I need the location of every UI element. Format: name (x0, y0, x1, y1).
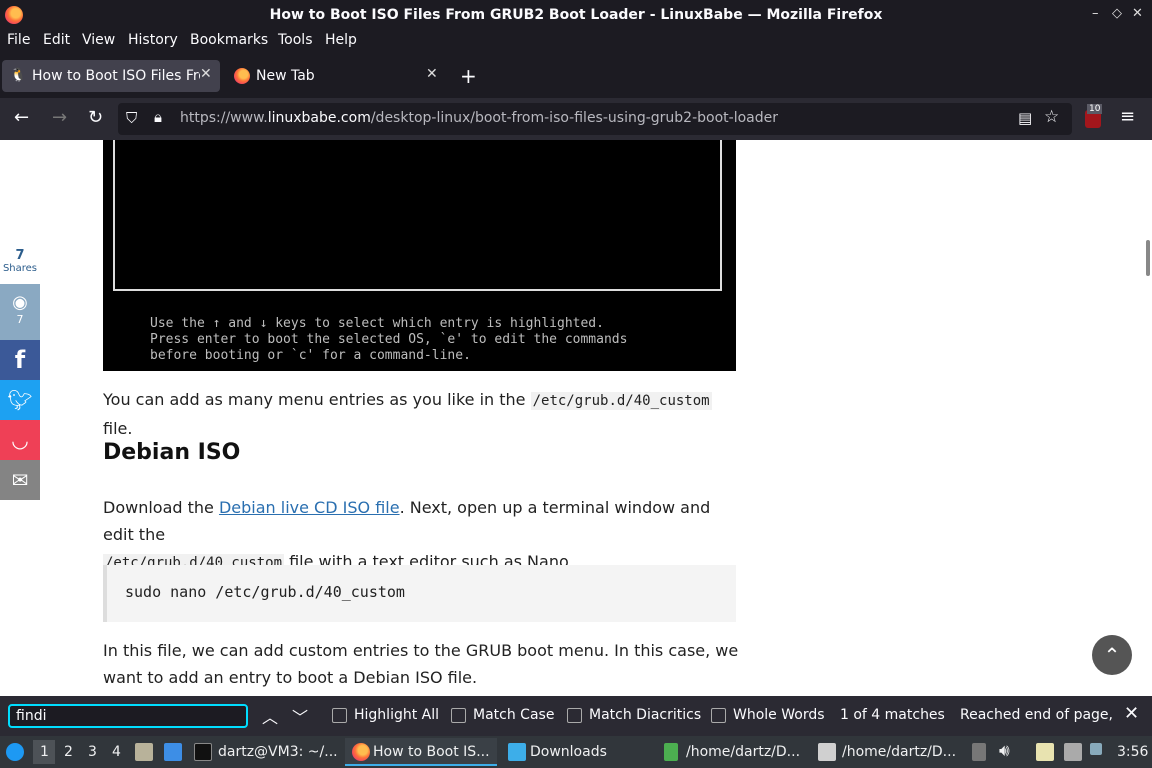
menu-edit[interactable]: Edit (43, 32, 70, 48)
file-icon (664, 743, 678, 761)
bookmark-star-icon[interactable]: ☆ (1044, 107, 1059, 127)
new-tab-plus-icon[interactable]: + (460, 64, 477, 88)
paragraph: You can add as many menu entries as you … (103, 390, 712, 438)
reddit-icon: ◉ (12, 292, 28, 313)
menu-tools[interactable]: Tools (278, 32, 313, 48)
extension-badge: 10 (1087, 104, 1103, 114)
tab-label: How to Boot ISO Files Fro (32, 68, 200, 84)
updates-icon[interactable] (1090, 743, 1102, 755)
pocket-share-button[interactable]: ◡ (0, 420, 40, 460)
find-input[interactable] (8, 704, 248, 728)
section-heading: Debian ISO (103, 440, 241, 465)
tux-favicon-icon: 🐧 (10, 68, 27, 83)
start-menu-icon[interactable] (6, 743, 24, 761)
shield-icon[interactable]: ⛉ (126, 109, 137, 127)
clipboard-icon[interactable] (972, 743, 986, 761)
close-window-icon[interactable]: ✕ (1132, 6, 1143, 21)
twitter-share-button[interactable]: 🐦︎ (0, 380, 40, 420)
minimize-icon[interactable]: – (1092, 6, 1099, 21)
menu-view[interactable]: View (82, 32, 115, 48)
desktop-1[interactable]: 1 (40, 744, 49, 760)
inline-code: /etc/grub.d/40_custom (530, 392, 712, 410)
firefox-task-icon (352, 743, 370, 761)
menu-bar: File Edit View History Bookmarks Tools H… (0, 30, 1152, 54)
twitter-icon: 🐦︎ (7, 388, 33, 412)
window-title: How to Boot ISO Files From GRUB2 Boot Lo… (269, 7, 883, 23)
match-diacritics-label: Match Diacritics (589, 707, 702, 723)
taskbar: 1 2 3 4 dartz@VM3: ~/... How to Boot IS.… (0, 736, 1152, 768)
network-icon[interactable] (1064, 743, 1082, 761)
url-text: https://www.linuxbabe.com/desktop-linux/… (180, 110, 778, 126)
terminal-icon[interactable] (194, 743, 212, 761)
close-tab-icon[interactable]: ✕ (426, 66, 438, 82)
whole-words-checkbox[interactable] (711, 708, 726, 723)
email-share-button[interactable]: ✉ (0, 460, 40, 500)
paragraph: In this file, we can add custom entries … (103, 641, 739, 687)
menu-history[interactable]: History (128, 32, 178, 48)
reddit-share-button[interactable]: ◉ 7 (0, 284, 40, 340)
find-next-icon[interactable]: ﹀ (292, 704, 308, 728)
page-content: Use the ↑ and ↓ keys to select which ent… (0, 140, 1152, 696)
match-case-checkbox[interactable] (451, 708, 466, 723)
tab-bar: 🐧 How to Boot ISO Files Fro ✕ New Tab ✕ … (0, 54, 1152, 98)
tab-new-tab[interactable]: New Tab ✕ (226, 60, 444, 92)
task-terminal[interactable]: dartz@VM3: ~/... (218, 744, 338, 760)
desktop-3[interactable]: 3 (88, 744, 97, 760)
file-manager-launcher-icon[interactable] (135, 743, 153, 761)
reader-view-icon[interactable]: ▤ (1018, 109, 1032, 127)
match-case-label: Match Case (473, 707, 555, 723)
tab-active[interactable]: 🐧 How to Boot ISO Files Fro ✕ (2, 60, 220, 92)
close-find-bar-icon[interactable]: ✕ (1124, 703, 1139, 724)
firefox-favicon-icon (234, 68, 250, 84)
menu-bookmarks[interactable]: Bookmarks (190, 32, 268, 48)
facebook-icon: f (14, 346, 26, 374)
scroll-to-top-button[interactable]: ⌃ (1092, 635, 1132, 675)
tab-label: New Tab (256, 68, 315, 84)
window-titlebar: How to Boot ISO Files From GRUB2 Boot Lo… (0, 0, 1152, 30)
menu-file[interactable]: File (7, 32, 30, 48)
forward-arrow-icon[interactable]: → (52, 107, 67, 128)
debian-iso-link[interactable]: Debian live CD ISO file (219, 498, 400, 517)
reload-icon[interactable]: ↻ (88, 107, 103, 128)
task-home-folder-2[interactable]: /home/dartz/D... (842, 744, 956, 760)
desktop-2[interactable]: 2 (64, 744, 73, 760)
find-status: Reached end of page, c (960, 707, 1112, 723)
code-block: sudo nano /etc/grub.d/40_custom (103, 565, 736, 622)
share-counter: 7 Shares (2, 248, 38, 274)
grub-screenshot-image: Use the ↑ and ↓ keys to select which ent… (103, 140, 736, 371)
chevron-up-icon: ⌃ (1103, 643, 1121, 667)
pocket-icon: ◡ (11, 428, 29, 452)
highlight-all-checkbox[interactable] (332, 708, 347, 723)
url-bar[interactable]: ⛉ 🔒︎ https://www.linuxbabe.com/desktop-l… (118, 103, 1072, 135)
task-firefox[interactable]: How to Boot IS... (373, 744, 490, 760)
task-home-folder-1[interactable]: /home/dartz/D... (686, 744, 800, 760)
notes-icon[interactable] (1036, 743, 1054, 761)
volume-icon[interactable]: 🔊︎ (999, 741, 1010, 761)
match-count: 1 of 4 matches (840, 707, 945, 723)
navigation-toolbar: ← → ↻ ⛉ 🔒︎ https://www.linuxbabe.com/des… (0, 98, 1152, 140)
desktop-4[interactable]: 4 (112, 744, 121, 760)
hamburger-menu-icon[interactable]: ≡ (1120, 106, 1135, 127)
back-arrow-icon[interactable]: ← (14, 107, 29, 128)
facebook-share-button[interactable]: f (0, 340, 40, 380)
find-previous-icon[interactable]: ︿ (262, 704, 278, 728)
folder-icon (508, 743, 526, 761)
clock[interactable]: 3:56 (1117, 744, 1148, 760)
match-diacritics-checkbox[interactable] (567, 708, 582, 723)
maximize-icon[interactable]: ◇ (1112, 6, 1122, 21)
desktop-launcher-icon[interactable] (164, 743, 182, 761)
menu-help[interactable]: Help (325, 32, 357, 48)
find-bar: ︿ ﹀ Highlight All Match Case Match Diacr… (0, 696, 1152, 736)
grub-menu-box (113, 140, 722, 291)
close-tab-icon[interactable]: ✕ (200, 66, 212, 82)
lock-icon[interactable]: 🔒︎ (154, 108, 162, 126)
text-editor-icon (818, 743, 836, 761)
task-downloads[interactable]: Downloads (530, 744, 607, 760)
highlight-all-label: Highlight All (354, 707, 440, 723)
grub-help-text: Use the ↑ and ↓ keys to select which ent… (150, 316, 628, 363)
whole-words-label: Whole Words (733, 707, 825, 723)
email-icon: ✉ (11, 468, 29, 492)
scrollbar-thumb[interactable] (1146, 240, 1150, 276)
